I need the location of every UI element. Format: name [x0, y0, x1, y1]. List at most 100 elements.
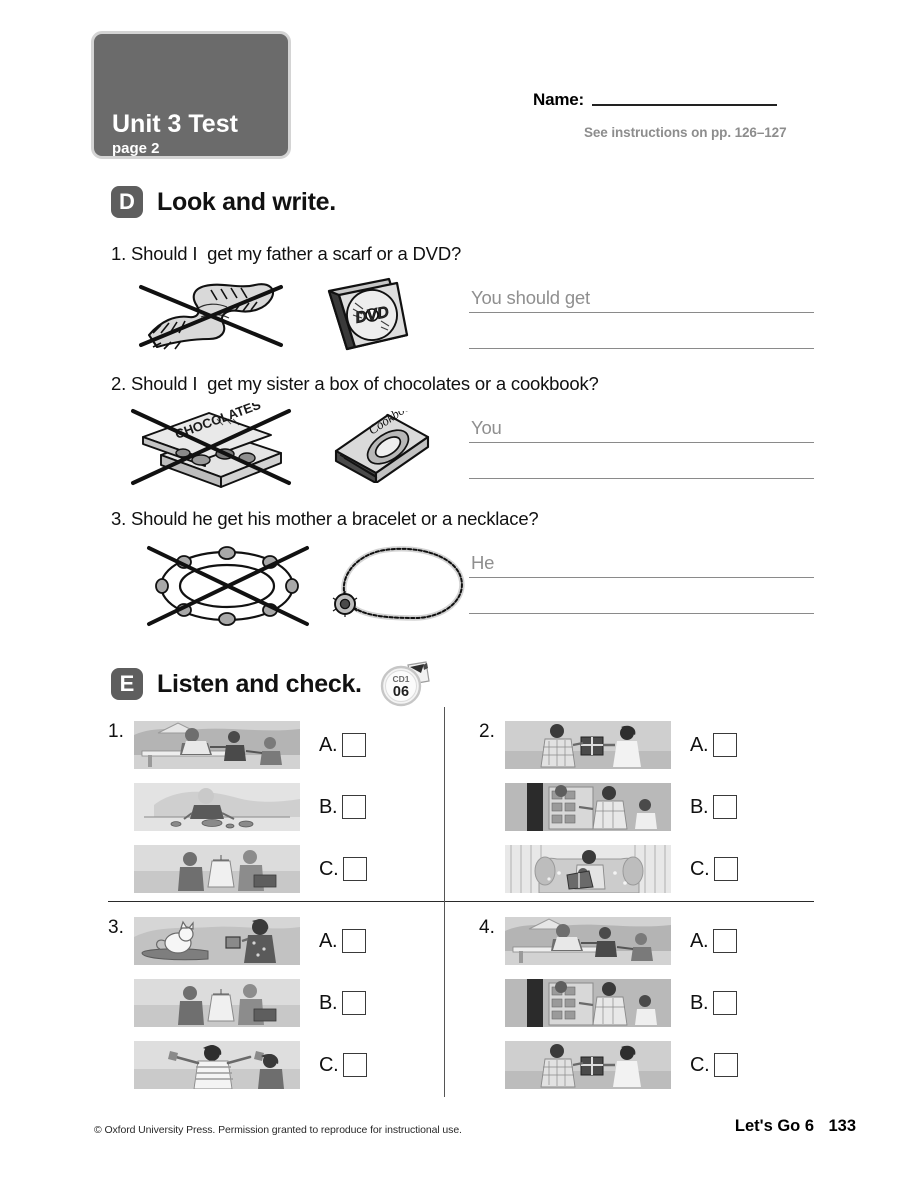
- grid-vertical-divider: [444, 707, 445, 1097]
- page-header: Unit 3 Test page 2 Name: See instruction…: [0, 0, 920, 170]
- cd-disc-label: CD1: [392, 674, 409, 684]
- section-d-heading: D Look and write.: [111, 186, 336, 218]
- scene-thumbnail-store-shelves: [505, 979, 671, 1027]
- item-number: 2.: [479, 721, 495, 742]
- option-label: A.: [690, 929, 709, 952]
- necklace-pendant: [332, 591, 358, 617]
- answer-line[interactable]: You should get: [469, 277, 814, 313]
- question-3-answer-area: He: [469, 542, 814, 614]
- option-label: B.: [690, 795, 709, 818]
- bracelet-illustration-crossed: [137, 540, 317, 637]
- option-row: B.: [134, 776, 367, 838]
- listen-item-4: 4. A. B. C.: [479, 903, 814, 1093]
- answer-line[interactable]: You: [469, 407, 814, 443]
- scarf-illustration-crossed: [131, 273, 291, 358]
- question-1: 1. Should I get my father a scarf or a D…: [111, 243, 871, 365]
- option-row: A.: [134, 714, 367, 776]
- option-label: C.: [319, 857, 339, 880]
- answer-line[interactable]: [469, 313, 814, 349]
- option-label: C.: [690, 1053, 710, 1076]
- option-checkbox[interactable]: [342, 929, 367, 953]
- name-field-row: Name:: [533, 90, 777, 110]
- option-row: C.: [134, 1034, 368, 1096]
- question-1-text: 1. Should I get my father a scarf or a D…: [111, 243, 462, 264]
- option-checkbox[interactable]: [343, 1053, 368, 1077]
- scene-thumbnail-man-at-picnic-table: [134, 721, 300, 769]
- option-label: C.: [690, 857, 710, 880]
- option-checkbox[interactable]: [713, 795, 738, 819]
- grid-horizontal-divider: [108, 901, 814, 902]
- answer-hint: He: [471, 552, 495, 573]
- unit-title: Unit 3 Test: [112, 110, 238, 138]
- option-row: C.: [505, 838, 739, 900]
- scene-thumbnail-man-at-picnic-table: [505, 917, 671, 965]
- option-checkbox[interactable]: [713, 991, 738, 1015]
- name-write-line[interactable]: [591, 104, 777, 106]
- option-checkbox[interactable]: [342, 991, 367, 1015]
- scene-thumbnail-girl-photographing-cat: [134, 917, 300, 965]
- section-d-title: Look and write.: [157, 187, 336, 216]
- item-number: 3.: [108, 917, 124, 938]
- listen-item-2: 2. A. B. C.: [479, 707, 814, 897]
- unit-page-label: page 2: [112, 140, 160, 157]
- listen-item-1: 1. A. B. C.: [108, 707, 443, 897]
- question-3: 3. Should he get his mother a bracelet o…: [111, 508, 871, 630]
- option-label: B.: [319, 991, 338, 1014]
- cd-track-label: 06: [393, 684, 409, 700]
- option-checkbox[interactable]: [713, 733, 738, 757]
- option-row: A.: [505, 714, 738, 776]
- scene-thumbnail-boy-giving-gift-box: [505, 1041, 671, 1089]
- instructions-note: See instructions on pp. 126–127: [584, 125, 787, 140]
- answer-line[interactable]: He: [469, 542, 814, 578]
- chocolates-box-illustration-crossed: CHOCOLATES: [125, 397, 297, 494]
- option-row: C.: [505, 1034, 739, 1096]
- scene-thumbnail-person-at-table-with-coins: [134, 783, 300, 831]
- option-checkbox[interactable]: [342, 795, 367, 819]
- option-label: A.: [690, 733, 709, 756]
- cookbook-illustration: Cookbook: [324, 395, 436, 488]
- listening-exercise-grid: 1. A. B. C. 2. A. B. C. 3. A. B. C. 4. A…: [108, 707, 814, 1097]
- scene-thumbnail-store-shelves: [505, 783, 671, 831]
- scene-thumbnail-shopping-with-hanger: [134, 979, 300, 1027]
- section-letter-badge-d: D: [111, 186, 143, 218]
- question-3-text: 3. Should he get his mother a bracelet o…: [111, 508, 539, 529]
- answer-hint: You should get: [471, 287, 590, 308]
- footer-copyright: © Oxford University Press. Permission gr…: [94, 1124, 462, 1136]
- name-label: Name:: [533, 90, 584, 109]
- option-row: C.: [134, 838, 368, 900]
- item-number: 1.: [108, 721, 124, 742]
- question-2-answer-area: You: [469, 407, 814, 479]
- audio-cd-icon: CD1 06: [376, 661, 432, 707]
- question-2: 2. Should I get my sister a box of choco…: [111, 373, 871, 495]
- question-1-answer-area: You should get: [469, 277, 814, 349]
- option-row: A.: [505, 910, 738, 972]
- option-row: B.: [505, 776, 738, 838]
- option-checkbox[interactable]: [342, 733, 367, 757]
- option-checkbox[interactable]: [343, 857, 368, 881]
- section-e-heading: E Listen and check. CD1 06: [111, 661, 432, 707]
- section-letter-badge-e: E: [111, 668, 143, 700]
- scene-thumbnail-reading-on-sofa: [505, 845, 671, 893]
- item-number: 4.: [479, 917, 495, 938]
- option-row: B.: [134, 972, 367, 1034]
- answer-line[interactable]: [469, 443, 814, 479]
- footer-book-title: Let's Go 6: [734, 1117, 814, 1135]
- scene-thumbnail-boy-giving-gift-box: [505, 721, 671, 769]
- option-checkbox[interactable]: [714, 857, 739, 881]
- section-e-title: Listen and check.: [157, 669, 362, 698]
- unit-test-badge: Unit 3 Test page 2: [91, 31, 291, 159]
- scene-thumbnail-girl-arms-open: [134, 1041, 300, 1089]
- option-checkbox[interactable]: [714, 1053, 739, 1077]
- option-row: A.: [134, 910, 367, 972]
- necklace-illustration: [323, 540, 473, 631]
- answer-line[interactable]: [469, 578, 814, 614]
- option-label: A.: [319, 929, 338, 952]
- option-checkbox[interactable]: [713, 929, 738, 953]
- option-row: B.: [505, 972, 738, 1034]
- option-label: B.: [690, 991, 709, 1014]
- option-label: A.: [319, 733, 338, 756]
- option-label: C.: [319, 1053, 339, 1076]
- footer-page-number: 133: [828, 1117, 856, 1135]
- question-2-text: 2. Should I get my sister a box of choco…: [111, 373, 599, 394]
- scene-thumbnail-shopping-with-hanger: [134, 845, 300, 893]
